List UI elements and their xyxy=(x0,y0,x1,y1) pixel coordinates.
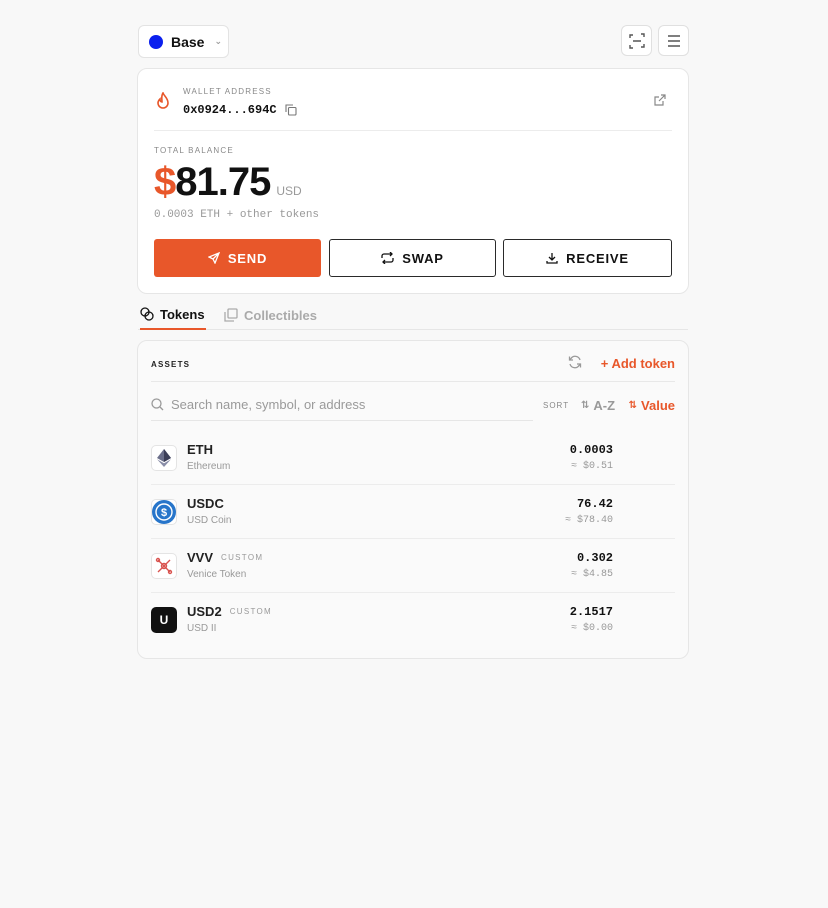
token-symbol-text: USD2 xyxy=(187,604,222,619)
sort-az-button[interactable]: ⇅ A-Z xyxy=(581,398,615,413)
balance-subtext: 0.0003 ETH + other tokens xyxy=(154,209,320,221)
token-symbol-text: ETH xyxy=(187,442,213,457)
wallet-address-value: 0x0924...694C xyxy=(183,103,277,117)
total-balance-label: TOTAL BALANCE xyxy=(154,146,234,155)
divider xyxy=(154,130,672,131)
tab-collectibles[interactable]: Collectibles xyxy=(224,300,317,330)
token-amount: 0.302 xyxy=(576,551,613,565)
assets-title: ASSETS xyxy=(151,360,191,369)
tab-tokens[interactable]: Tokens xyxy=(140,300,206,330)
token-usd-value: ≈ $0.51 xyxy=(570,461,613,472)
token-row[interactable]: $ USDC USD Coin 76.42 ≈ $78.40 xyxy=(151,485,675,539)
sort-az-label: A-Z xyxy=(593,398,616,413)
token-symbol: ETH xyxy=(187,442,213,457)
token-name: USD II xyxy=(187,623,217,634)
menu-icon xyxy=(667,34,680,47)
sort-arrow-icon: ⇅ xyxy=(628,400,638,411)
wallet-card: WALLET ADDRESS 0x0924...694C TOTAL BALAN… xyxy=(137,68,689,294)
token-symbol: USDC xyxy=(187,496,224,511)
network-selector[interactable]: Base ⌄ xyxy=(138,25,229,58)
token-usd-value: ≈ $0.00 xyxy=(570,623,613,634)
token-row[interactable]: ETH Ethereum 0.0003 ≈ $0.51 xyxy=(151,431,675,485)
sort-arrow-icon: ⇅ xyxy=(581,400,590,411)
send-label: SEND xyxy=(227,250,268,266)
token-amount: 76.42 xyxy=(576,497,613,511)
network-dot-icon xyxy=(149,34,163,49)
token-symbol: USD2 CUSTOM xyxy=(187,604,272,619)
send-button[interactable]: SEND xyxy=(154,239,321,277)
images-icon xyxy=(224,308,238,322)
sort-value-label: Value xyxy=(641,398,675,413)
wallet-address: 0x0924...694C xyxy=(183,103,297,117)
svg-text:$: $ xyxy=(161,507,167,519)
chevron-down-icon: ⌄ xyxy=(214,36,223,46)
add-token-button[interactable]: + Add token xyxy=(601,356,675,371)
balance-dollar-sign: $ xyxy=(154,160,176,204)
coins-icon xyxy=(140,307,154,321)
divider xyxy=(151,381,675,382)
copy-icon[interactable] xyxy=(285,104,297,116)
token-name: Ethereum xyxy=(187,461,231,472)
swap-icon xyxy=(381,252,394,264)
tab-bar: Tokens Collectibles xyxy=(138,300,688,330)
send-icon xyxy=(207,252,220,264)
receive-label: RECEIVE xyxy=(566,250,629,266)
token-usd-value: ≈ $78.40 xyxy=(564,515,613,526)
external-link-icon[interactable] xyxy=(654,94,666,106)
search-box xyxy=(151,395,533,421)
network-name: Base xyxy=(171,33,205,50)
wallet-address-label: WALLET ADDRESS xyxy=(183,87,272,96)
scan-button[interactable] xyxy=(621,25,652,56)
token-name: Venice Token xyxy=(187,569,247,580)
token-row[interactable]: VVV CUSTOM Venice Token 0.302 ≈ $4.85 xyxy=(151,539,675,593)
swap-button[interactable]: SWAP xyxy=(329,239,496,277)
tab-tokens-label: Tokens xyxy=(160,306,205,322)
custom-badge: CUSTOM xyxy=(229,607,273,616)
venice-token-icon xyxy=(151,553,177,579)
balance-currency: USD xyxy=(276,184,302,198)
swap-label: SWAP xyxy=(402,250,444,266)
token-symbol-text: VVV xyxy=(187,550,214,565)
token-symbol-text: USDC xyxy=(187,496,224,511)
menu-button[interactable] xyxy=(658,25,689,56)
token-symbol: VVV CUSTOM xyxy=(187,550,263,565)
token-name: USD Coin xyxy=(187,515,232,526)
token-row[interactable]: U USD2 CUSTOM USD II 2.1517 ≈ $0.00 xyxy=(151,593,675,647)
usd2-icon-letter: U xyxy=(159,613,169,627)
balance-amount: 81.75 xyxy=(175,160,271,204)
ethereum-icon xyxy=(151,445,177,471)
tab-collectibles-label: Collectibles xyxy=(244,307,317,323)
receive-button[interactable]: RECEIVE xyxy=(503,239,672,277)
total-balance: $ 81.75 USD xyxy=(154,160,302,205)
search-icon xyxy=(151,398,164,411)
usdc-icon: $ xyxy=(151,499,177,525)
download-icon xyxy=(546,253,558,264)
wallet-logo-icon xyxy=(157,92,169,109)
sort-label: SORT xyxy=(543,401,570,410)
refresh-icon[interactable] xyxy=(568,355,582,369)
sort-value-button[interactable]: ⇅ Value xyxy=(629,398,675,413)
usd2-icon: U xyxy=(151,607,177,633)
search-input[interactable] xyxy=(171,395,511,413)
scan-icon xyxy=(628,32,645,49)
token-amount: 0.0003 xyxy=(569,443,613,457)
token-usd-value: ≈ $4.85 xyxy=(570,569,613,580)
custom-badge: CUSTOM xyxy=(221,553,264,562)
assets-card: ASSETS + Add token SORT ⇅ A-Z ⇅ Value ET… xyxy=(137,340,689,659)
token-amount: 2.1517 xyxy=(569,605,613,619)
